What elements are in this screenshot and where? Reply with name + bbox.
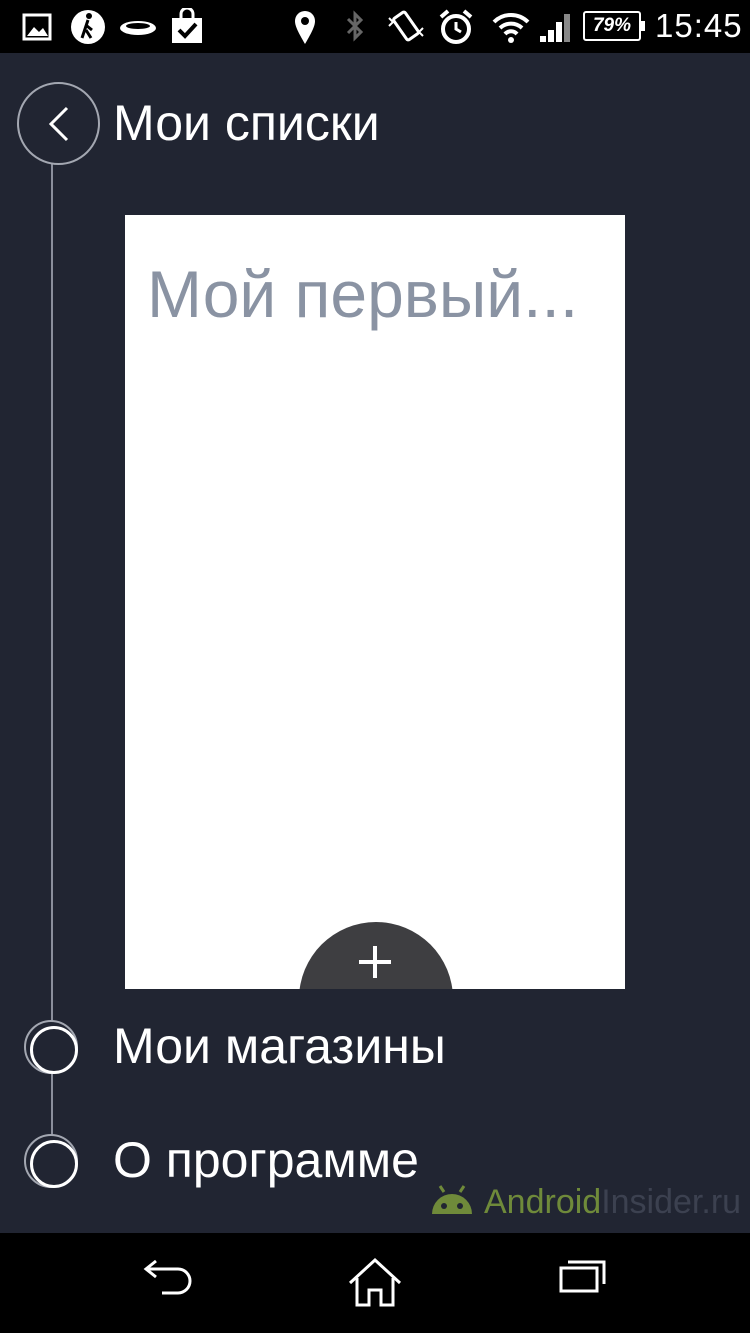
add-item-button[interactable]	[299, 922, 453, 989]
circle-icon	[24, 1134, 78, 1188]
chevron-left-icon	[48, 106, 69, 142]
back-button[interactable]	[17, 82, 100, 165]
recent-apps-icon	[559, 1260, 606, 1293]
plus-icon	[359, 946, 391, 978]
walking-icon	[71, 10, 105, 44]
home-icon	[348, 1257, 402, 1307]
battery-indicator: 79%	[583, 11, 645, 41]
watermark-text: AndroidInsider.ru	[484, 1180, 741, 1224]
back-icon	[143, 1259, 192, 1295]
list-card[interactable]: Мой первый...	[125, 215, 625, 989]
circle-icon	[24, 1020, 78, 1074]
bluetooth-icon	[346, 10, 364, 42]
signal-icon	[540, 14, 570, 42]
android-robot-icon	[432, 1185, 472, 1214]
watermark-part-android: Android	[484, 1183, 602, 1221]
nav-item-label: Мои магазины	[113, 1018, 446, 1074]
nav-item-my-shops[interactable]: Мои магазины	[22, 1018, 722, 1078]
vibrate-icon	[388, 10, 424, 42]
timeline-line	[51, 163, 53, 1163]
wifi-icon	[492, 12, 530, 43]
location-pin-icon	[295, 11, 315, 44]
system-recent-apps-button[interactable]	[543, 1257, 623, 1313]
alarm-icon	[439, 9, 473, 44]
nav-item-label: О программе	[113, 1132, 419, 1188]
wearable-icon	[120, 21, 156, 35]
list-card-title: Мой первый...	[147, 257, 579, 331]
watermark-part-insider: Insider.ru	[601, 1183, 742, 1221]
clock: 15:45	[655, 7, 743, 44]
system-nav-bar	[0, 1233, 750, 1333]
watermark: AndroidInsider.ru	[428, 1180, 746, 1224]
shopping-bag-check-icon	[172, 8, 202, 43]
system-back-button[interactable]	[128, 1257, 208, 1313]
image-icon	[22, 13, 52, 41]
page-title: Мои списки	[113, 95, 380, 151]
system-home-button[interactable]	[335, 1257, 415, 1313]
status-bar: 79% 15:45	[0, 0, 750, 53]
